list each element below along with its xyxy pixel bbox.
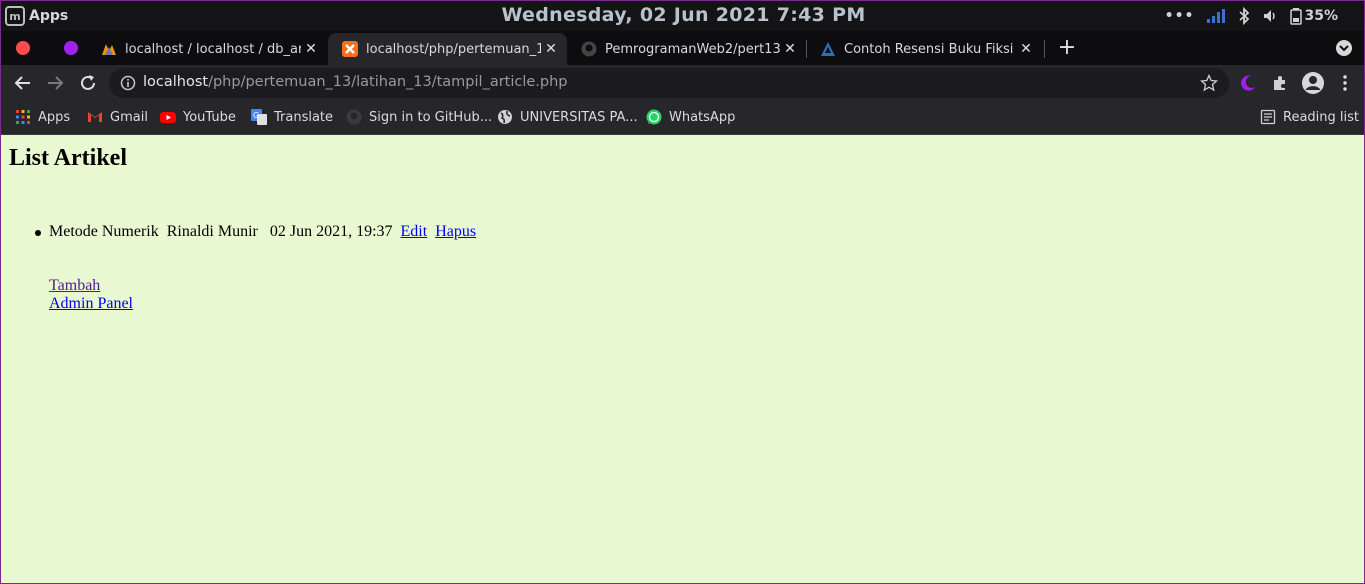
tab-tampil-article[interactable]: localhost/php/pertemuan_13/latihan_13 ✕: [328, 33, 567, 65]
tab-search-button[interactable]: [1336, 40, 1352, 56]
bookmark-youtube[interactable]: YouTube: [160, 108, 236, 126]
browser-toolbar: localhost/php/pertemuan_13/latihan_13/ta…: [1, 65, 1364, 100]
tab-resensi-buku[interactable]: Contoh Resensi Buku Fiksi dan Non Fiksi …: [806, 33, 1042, 65]
info-icon[interactable]: [120, 75, 136, 91]
youtube-icon: [160, 112, 176, 123]
list-item: Metode Numerik Rinaldi Munir 02 Jun 2021…: [29, 223, 476, 241]
extensions-puzzle-icon[interactable]: [1271, 74, 1289, 92]
bookmark-label: Gmail: [110, 109, 148, 125]
url-host: localhost: [143, 74, 209, 90]
window-close-button[interactable]: [16, 41, 30, 55]
bluetooth-icon[interactable]: [1238, 7, 1250, 25]
bookmark-label: Sign in to GitHub...: [369, 109, 493, 125]
google-translate-icon: G: [251, 109, 267, 125]
page-actions: Tambah Admin Panel: [49, 277, 133, 313]
new-tab-button[interactable]: +: [1055, 37, 1079, 61]
bookmark-universitas[interactable]: UNIVERSITAS PA...: [497, 108, 638, 126]
delete-link[interactable]: Hapus: [435, 223, 476, 240]
bookmark-label: UNIVERSITAS PA...: [520, 109, 638, 125]
tab-divider: [1044, 40, 1045, 58]
edit-link[interactable]: Edit: [401, 223, 428, 240]
tab-close-icon[interactable]: ✕: [780, 41, 800, 57]
bookmark-star-icon[interactable]: [1200, 74, 1218, 92]
page-title: List Artikel: [9, 145, 127, 171]
article-title: Metode Numerik: [49, 223, 159, 240]
bookmark-label: YouTube: [183, 109, 236, 125]
tab-strip: localhost / localhost / db_artikel ✕ loc…: [1, 31, 1364, 65]
bookmarks-bar: Apps Gmail YouTube G Translate Sign in t…: [1, 100, 1364, 135]
blog-favicon-icon: [821, 42, 835, 56]
bookmark-apps[interactable]: Apps: [15, 108, 70, 126]
tab-close-icon[interactable]: ✕: [1016, 41, 1036, 57]
xampp-icon: [342, 41, 358, 57]
bookmark-label: Apps: [38, 109, 71, 125]
bookmark-label: Reading list: [1283, 109, 1359, 125]
admin-panel-link[interactable]: Admin Panel: [49, 295, 133, 312]
url-text[interactable]: localhost/php/pertemuan_13/latihan_13/ta…: [143, 74, 568, 90]
tab-phpmyadmin[interactable]: localhost / localhost / db_artikel ✕: [87, 33, 327, 65]
tab-github-repo[interactable]: PemrogramanWeb2/pert13_artikel ✕: [567, 33, 806, 65]
github-icon: [581, 41, 597, 57]
svg-text:G: G: [253, 111, 259, 120]
system-panel: m Apps Wednesday, 02 Jun 2021 7:43 PM ••…: [1, 1, 1364, 31]
network-signal-icon[interactable]: [1206, 8, 1226, 24]
tab-title: localhost/php/pertemuan_13/latihan_13: [366, 41, 541, 57]
github-icon: [346, 109, 362, 125]
article-date: 02 Jun 2021, 19:37: [269, 223, 393, 240]
phpmyadmin-icon: [102, 44, 116, 55]
screen: m Apps Wednesday, 02 Jun 2021 7:43 PM ••…: [0, 0, 1365, 584]
web-page-content: List Artikel Metode Numerik Rinaldi Muni…: [1, 135, 1364, 583]
bookmark-label: WhatsApp: [669, 109, 736, 125]
back-arrow-icon[interactable]: [13, 73, 33, 93]
battery-percent: 35%: [1304, 8, 1338, 24]
window-minimize-button[interactable]: [64, 41, 78, 55]
profile-avatar-icon[interactable]: [1301, 71, 1325, 95]
tab-title: Contoh Resensi Buku Fiksi dan Non Fiksi: [844, 41, 1016, 57]
globe-icon: [498, 110, 512, 124]
whatsapp-icon: [646, 109, 662, 125]
bookmark-translate[interactable]: G Translate: [251, 108, 333, 126]
system-clock[interactable]: Wednesday, 02 Jun 2021 7:43 PM: [1, 4, 1364, 26]
volume-icon[interactable]: [1262, 8, 1278, 24]
battery-icon: [1290, 7, 1303, 25]
tab-close-icon[interactable]: ✕: [301, 41, 321, 57]
tab-title: PemrogramanWeb2/pert13_artikel: [605, 41, 780, 57]
apps-grid-icon: [16, 110, 30, 124]
bookmark-label: Translate: [274, 109, 334, 125]
reading-list-button[interactable]: Reading list: [1260, 108, 1359, 126]
article-list: Metode Numerik Rinaldi Munir 02 Jun 2021…: [29, 223, 476, 241]
gmail-icon: [88, 112, 102, 122]
add-article-link[interactable]: Tambah: [49, 277, 100, 294]
overflow-dots-icon[interactable]: •••: [1165, 8, 1195, 24]
url-path: /php/pertemuan_13/latihan_13/tampil_arti…: [208, 74, 568, 90]
tab-title: localhost / localhost / db_artikel: [125, 41, 301, 57]
reading-list-icon: [1260, 109, 1276, 125]
bookmark-whatsapp[interactable]: WhatsApp: [646, 108, 735, 126]
bookmark-gmail[interactable]: Gmail: [87, 108, 148, 126]
chevron-down-icon: [1339, 45, 1349, 52]
kebab-menu-icon[interactable]: [1336, 74, 1354, 92]
system-tray: ••• 35%: [1165, 6, 1338, 26]
dark-mode-moon-icon[interactable]: [1239, 74, 1257, 92]
article-author: Rinaldi Munir: [166, 223, 258, 240]
battery-indicator[interactable]: 35%: [1290, 7, 1338, 25]
reload-icon[interactable]: [78, 73, 98, 93]
bookmark-github[interactable]: Sign in to GitHub...: [346, 108, 492, 126]
tab-close-icon[interactable]: ✕: [541, 41, 561, 57]
forward-arrow-icon[interactable]: [45, 73, 65, 93]
